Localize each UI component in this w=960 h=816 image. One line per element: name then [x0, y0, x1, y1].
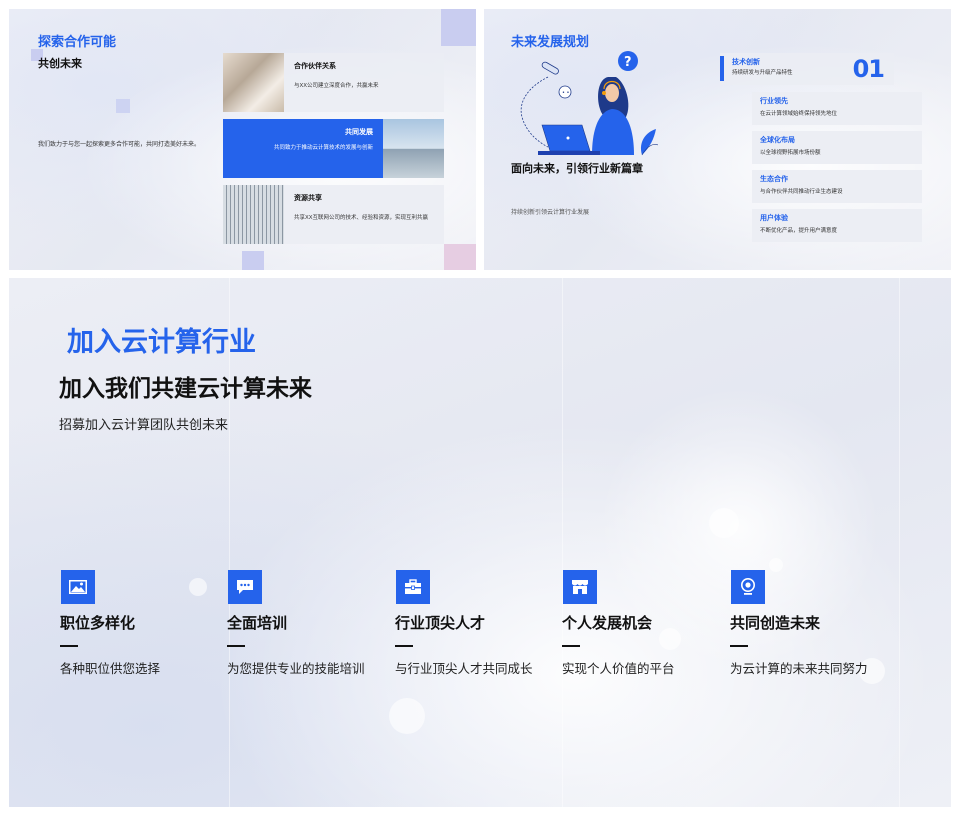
image-icon [61, 570, 95, 604]
background-line [562, 278, 563, 807]
card-text: 持续研发与升级产品特性 [732, 70, 793, 76]
briefcase-icon [396, 570, 430, 604]
row-heading: 资源共享 [294, 194, 322, 202]
svg-text:?: ? [624, 55, 632, 70]
plan-card: 生态合作 与合作伙伴共同推动行业生态建设 [752, 170, 922, 203]
cooperation-row: 资源共享 共享XX互联网公司的技术、经验和资源，实现互利共赢 [223, 185, 444, 244]
feature-divider [60, 645, 78, 647]
slide-description: 我们致力于与您一起探索更多合作可能，共同打造美好未来。 [38, 141, 201, 148]
feature-item: 行业顶尖人才 与行业顶尖人才共同成长 [395, 570, 565, 677]
card-text: 与合作伙伴共同推动行业生态建设 [760, 189, 843, 195]
card-number: 01 [852, 55, 885, 83]
plan-card: 用户体验 不断优化产品，提升用户满意度 [752, 209, 922, 242]
card-heading: 生态合作 [760, 175, 788, 183]
plan-card: 行业领先 在云计算领域始终保持领先地位 [752, 92, 922, 125]
feature-item: 共同创造未来 为云计算的未来共同努力 [730, 570, 900, 677]
slide-join-us: 加入云计算行业 加入我们共建云计算未来 招募加入云计算团队共创未来 职位多样化 … [9, 278, 951, 807]
card-heading: 技术创新 [732, 58, 760, 66]
card-text: 在云计算领域始终保持领先地位 [760, 111, 838, 117]
background-line [899, 278, 900, 807]
slide-future-plan: 未来发展规划 • • ? 面向未来，引领行业新篇章 持续创新引领云计算行业发展 [484, 9, 951, 270]
feature-heading: 行业顶尖人才 [395, 614, 486, 632]
row-text: 共同发展 共同致力于推动云计算技术的发展与创新 [223, 119, 383, 178]
row-text: 与XX公司建立深度合作，共赢未来 [294, 83, 379, 89]
feature-heading: 共同创造未来 [730, 614, 821, 632]
card-text: 以全球视野拓展市场份额 [760, 150, 821, 156]
feature-heading: 全面培训 [227, 614, 288, 632]
feature-text: 与行业顶尖人才共同成长 [395, 661, 533, 676]
chat-icon [228, 570, 262, 604]
bokeh-light [389, 698, 425, 734]
building-photo [383, 119, 444, 178]
slide-title: 加入我们共建云计算未来 [59, 376, 312, 402]
card-heading: 用户体验 [760, 214, 788, 222]
slide-headline: 面向未来，引领行业新篇章 [511, 162, 643, 175]
feature-text: 为云计算的未来共同努力 [730, 661, 868, 676]
handshake-photo [223, 53, 284, 112]
feature-divider [227, 645, 245, 647]
location-icon [731, 570, 765, 604]
card-heading: 全球化布局 [760, 136, 795, 144]
feature-divider [562, 645, 580, 647]
cooperation-row: 共同发展 共同致力于推动云计算技术的发展与创新 [223, 119, 444, 178]
slide-caption: 持续创新引领云计算行业发展 [511, 209, 590, 216]
feature-item: 个人发展机会 实现个人价值的平台 [562, 570, 732, 677]
row-text: 共享XX互联网公司的技术、经验和资源，实现互利共赢 [294, 215, 429, 221]
decor-square [441, 9, 476, 46]
cooperation-row: 合作伙伴关系 与XX公司建立深度合作，共赢未来 [223, 53, 444, 112]
decor-square [116, 99, 130, 113]
slide-cooperation: 探索合作可能 共创未来 我们致力于与您一起探索更多合作可能，共同打造美好未来。 … [9, 9, 476, 270]
feature-heading: 职位多样化 [60, 614, 136, 632]
slide-subtitle: 共创未来 [38, 57, 82, 70]
slide-intro: 招募加入云计算团队共创未来 [59, 418, 229, 433]
decor-square [242, 251, 264, 270]
feature-divider [730, 645, 748, 647]
row-heading: 共同发展 [345, 128, 373, 136]
feature-item: 职位多样化 各种职位供您选择 [60, 570, 230, 677]
row-text: 共同致力于推动云计算技术的发展与创新 [273, 145, 373, 151]
feature-text: 实现个人价值的平台 [562, 661, 675, 676]
feature-text: 各种职位供您选择 [60, 661, 161, 676]
svg-text:• •: • • [562, 90, 570, 96]
card-text: 不断优化产品，提升用户满意度 [760, 228, 838, 234]
store-icon [563, 570, 597, 604]
plan-card: 全球化布局 以全球视野拓展市场份额 [752, 131, 922, 164]
row-text: 资源共享 共享XX互联网公司的技术、经验和资源，实现互利共赢 [284, 185, 444, 244]
feature-heading: 个人发展机会 [562, 614, 653, 632]
row-heading: 合作伙伴关系 [294, 62, 336, 70]
customer-service-illustration: • • ? [520, 51, 658, 156]
feature-text: 为您提供专业的技能培训 [227, 661, 365, 676]
slide-kicker: 加入云计算行业 [67, 327, 256, 358]
row-text: 合作伙伴关系 与XX公司建立深度合作，共赢未来 [284, 53, 444, 112]
slide-title: 探索合作可能 [38, 35, 117, 50]
decor-square [444, 244, 476, 270]
card-heading: 行业领先 [760, 97, 788, 105]
bokeh-light [709, 508, 739, 538]
accent-bar [720, 56, 724, 81]
architecture-photo [223, 185, 284, 244]
feature-divider [395, 645, 413, 647]
plan-card-highlight: 技术创新 持续研发与升级产品特性 01 [720, 53, 894, 85]
feature-item: 全面培训 为您提供专业的技能培训 [227, 570, 397, 677]
